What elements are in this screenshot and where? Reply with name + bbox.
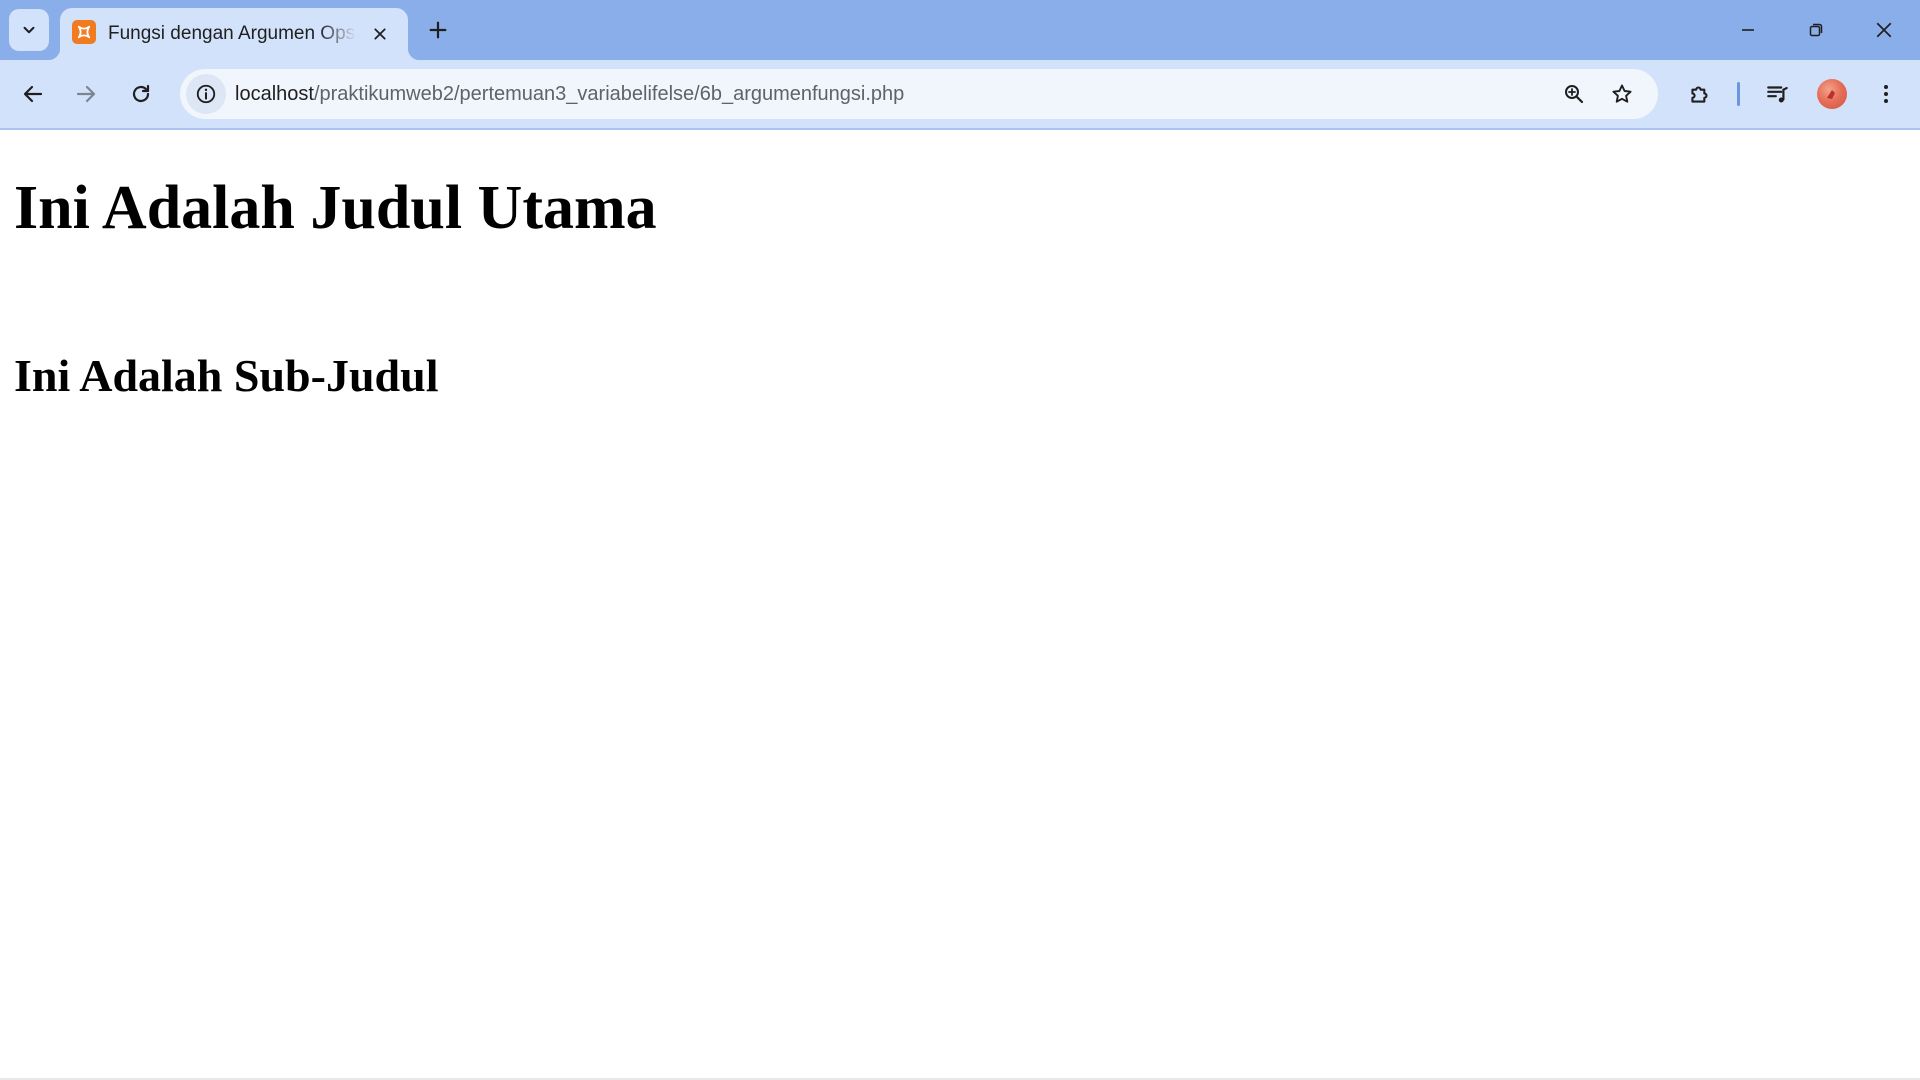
site-info-button[interactable] — [186, 74, 226, 114]
restore-button[interactable] — [1782, 0, 1850, 60]
tab-active[interactable]: Fungsi dengan Argumen Opsional — [48, 8, 420, 60]
info-icon — [196, 84, 216, 104]
sub-heading: Ini Adalah Sub-Judul — [14, 350, 439, 401]
arrow-left-icon — [23, 85, 43, 103]
media-controls-button[interactable] — [1758, 74, 1798, 114]
main-heading: Ini Adalah Judul Utama — [14, 174, 657, 242]
browser-chrome: Fungsi dengan Argumen Opsional — [0, 0, 1920, 130]
tab-search-button[interactable] — [9, 9, 49, 51]
plus-icon — [429, 21, 447, 39]
menu-button[interactable] — [1866, 74, 1906, 114]
back-button[interactable] — [13, 74, 53, 114]
tab-strip: Fungsi dengan Argumen Opsional — [0, 0, 1920, 60]
star-icon — [1612, 84, 1632, 103]
chevron-down-icon — [23, 26, 35, 34]
url-path: /praktikumweb2/pertemuan3_variabelifelse… — [313, 83, 905, 105]
url-text[interactable]: localhost/praktikumweb2/pertemuan3_varia… — [235, 80, 904, 108]
reload-button[interactable] — [121, 74, 161, 114]
new-tab-button[interactable] — [418, 10, 458, 50]
profile-button[interactable] — [1812, 74, 1852, 114]
arrow-right-icon — [76, 85, 96, 103]
avatar — [1817, 79, 1847, 109]
tab-title: Fungsi dengan Argumen Opsional — [108, 23, 356, 44]
close-window-button[interactable] — [1850, 0, 1918, 60]
close-icon — [374, 28, 386, 40]
puzzle-icon — [1691, 86, 1708, 103]
xampp-icon — [72, 20, 96, 44]
toolbar-separator — [1737, 82, 1740, 106]
playlist-icon — [1767, 86, 1788, 103]
reload-icon — [132, 84, 150, 103]
zoom-icon — [1565, 85, 1584, 104]
extensions-button[interactable] — [1680, 74, 1720, 114]
page-content: Ini Adalah Judul Utama Ini Adalah Sub-Ju… — [0, 130, 1920, 1080]
minimize-button[interactable] — [1714, 0, 1782, 60]
url-host: localhost — [235, 83, 314, 105]
close-icon — [1876, 22, 1892, 38]
address-bar[interactable]: localhost/praktikumweb2/pertemuan3_varia… — [180, 69, 1658, 119]
zoom-button[interactable] — [1556, 76, 1592, 112]
forward-button[interactable] — [66, 74, 106, 114]
tab-close-button[interactable] — [366, 20, 394, 48]
kebab-menu-icon — [1884, 85, 1888, 103]
bookmark-button[interactable] — [1604, 76, 1640, 112]
minimize-icon — [1742, 29, 1754, 31]
restore-icon — [1809, 23, 1823, 37]
